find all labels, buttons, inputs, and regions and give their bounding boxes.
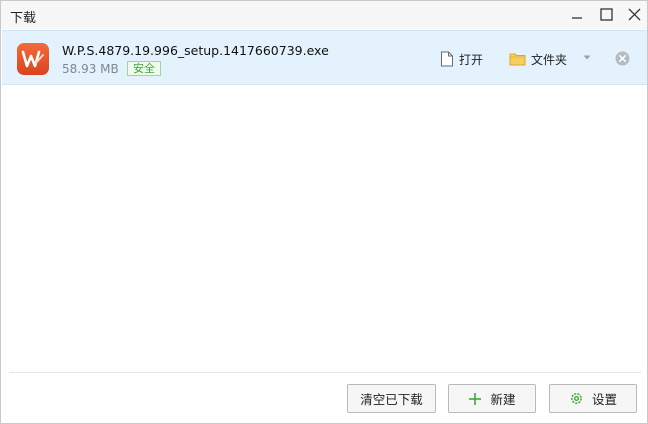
new-download-button[interactable]: 新建 <box>448 384 536 413</box>
close-button[interactable] <box>624 5 644 23</box>
minimize-button[interactable] <box>567 5 587 23</box>
wps-app-icon <box>17 43 49 75</box>
folder-label: 文件夹 <box>531 52 568 67</box>
remove-item-icon[interactable] <box>615 51 630 66</box>
wps-logo-icon <box>21 50 44 68</box>
clear-downloaded-label: 清空已下载 <box>360 392 423 407</box>
footer-divider <box>9 372 641 373</box>
new-download-label: 新建 <box>490 392 516 407</box>
safe-badge: 安全 <box>127 61 161 76</box>
file-size: 58.93 MB <box>62 62 119 76</box>
gear-icon <box>571 393 582 404</box>
open-button[interactable]: 打开 <box>440 49 483 69</box>
chevron-down-icon[interactable] <box>583 55 591 61</box>
settings-label: 设置 <box>591 392 617 407</box>
clear-downloaded-button[interactable]: 清空已下载 <box>347 384 436 413</box>
plus-icon <box>469 392 482 405</box>
open-label: 打开 <box>459 52 484 67</box>
minimize-icon <box>572 17 582 19</box>
maximize-icon <box>599 7 613 21</box>
download-window: 下载 W.P.S.4879.19.996_setup.1417660739.ex… <box>0 0 648 424</box>
file-name: W.P.S.4879.19.996_setup.1417660739.exe <box>62 43 329 58</box>
title-bar[interactable]: 下载 <box>1 1 647 29</box>
maximize-button[interactable] <box>596 5 616 23</box>
download-item[interactable]: W.P.S.4879.19.996_setup.1417660739.exe 5… <box>2 30 647 85</box>
close-icon <box>628 8 640 20</box>
folder-icon <box>509 53 526 66</box>
settings-button[interactable]: 设置 <box>549 384 637 413</box>
file-icon <box>441 51 453 67</box>
folder-button[interactable]: 文件夹 <box>509 49 567 69</box>
window-title: 下载 <box>10 11 37 26</box>
